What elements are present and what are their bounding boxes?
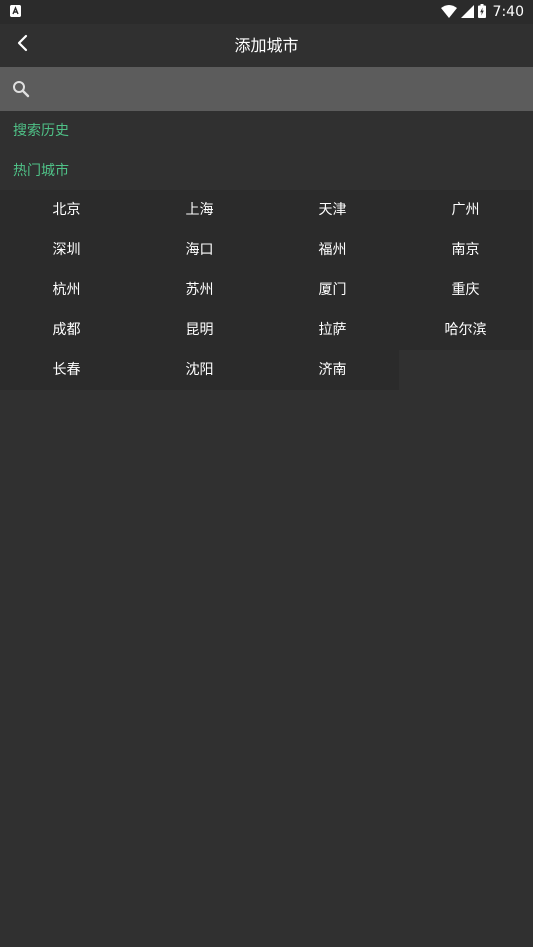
back-button[interactable]: [8, 30, 38, 60]
city-item[interactable]: 杭州: [0, 270, 133, 310]
wifi-icon: [440, 3, 457, 22]
city-item[interactable]: 长春: [0, 350, 133, 390]
city-item[interactable]: 成都: [0, 310, 133, 350]
city-item[interactable]: 苏州: [133, 270, 266, 310]
app-bar: 添加城市: [0, 24, 533, 67]
status-bar: 7:40: [0, 0, 533, 24]
city-item[interactable]: 天津: [266, 190, 399, 230]
hot-cities-title: 热门城市: [13, 163, 69, 179]
search-icon: [12, 80, 30, 98]
status-time: 7:40: [492, 4, 524, 20]
search-input[interactable]: [40, 73, 520, 105]
status-icons: 7:40: [440, 3, 524, 22]
city-item[interactable]: 济南: [266, 350, 399, 390]
battery-charging-icon: [477, 3, 486, 22]
chevron-left-icon: [16, 34, 30, 56]
city-item[interactable]: 哈尔滨: [399, 310, 532, 350]
city-item[interactable]: 厦门: [266, 270, 399, 310]
city-item[interactable]: 南京: [399, 230, 532, 270]
search-history-title: 搜索历史: [13, 123, 69, 139]
city-item[interactable]: 拉萨: [266, 310, 399, 350]
city-item[interactable]: 广州: [399, 190, 532, 230]
city-item[interactable]: 昆明: [133, 310, 266, 350]
city-item[interactable]: 沈阳: [133, 350, 266, 390]
city-item[interactable]: 深圳: [0, 230, 133, 270]
cell-signal-icon: [460, 3, 474, 22]
notification-a-icon: [10, 5, 21, 17]
city-item[interactable]: 福州: [266, 230, 399, 270]
page-title: 添加城市: [234, 36, 299, 55]
city-item[interactable]: 北京: [0, 190, 133, 230]
screen: 7:40 添加城市 搜索历史 热门城市 北京 上海 天津 广州深圳 海口 福州 南京杭州 苏州…: [0, 0, 533, 947]
city-item[interactable]: 重庆: [399, 270, 532, 310]
city-item[interactable]: 海口: [133, 230, 266, 270]
city-item[interactable]: 上海: [133, 190, 266, 230]
search-bar: [0, 67, 533, 111]
